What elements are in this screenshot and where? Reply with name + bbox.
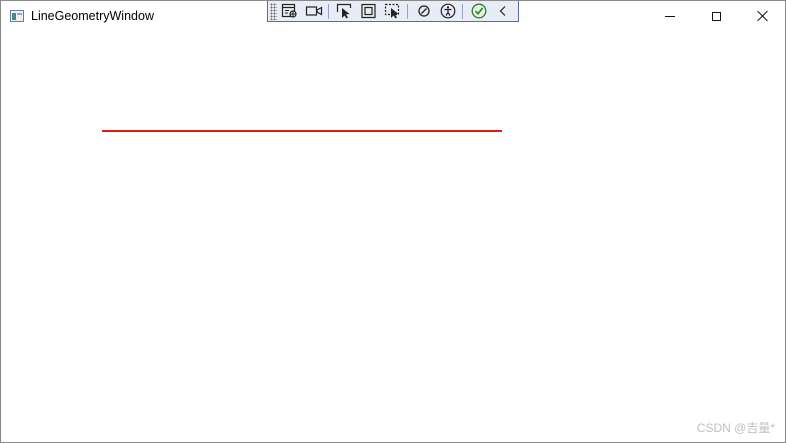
toolbar-grip-handle[interactable] — [270, 2, 277, 20]
debug-toolbar — [267, 1, 519, 22]
close-icon — [756, 10, 768, 22]
close-button[interactable] — [739, 1, 785, 31]
csdn-watermark: CSDN @吉量* — [696, 421, 775, 435]
minimize-button[interactable] — [647, 1, 693, 31]
track-focused-element-icon — [384, 3, 400, 19]
accessibility-icon — [440, 3, 456, 19]
no-issues-icon — [471, 3, 487, 19]
maximize-button[interactable] — [693, 1, 739, 31]
select-element-button[interactable] — [334, 2, 356, 21]
line-geometry-path — [102, 130, 502, 132]
binding-failures-icon — [418, 5, 430, 17]
track-focused-element-button[interactable] — [382, 2, 404, 21]
select-element-icon — [336, 3, 352, 19]
toolbar-separator — [328, 3, 329, 19]
accessibility-checker-button[interactable] — [437, 2, 459, 21]
window-content-canvas — [1, 31, 785, 442]
maximize-icon — [711, 11, 721, 21]
display-layout-adorners-button[interactable] — [358, 2, 380, 21]
record-button[interactable] — [303, 2, 325, 21]
live-visual-tree-button[interactable] — [279, 2, 301, 21]
display-layout-adorners-icon — [361, 3, 376, 19]
binding-failures-button[interactable] — [413, 2, 435, 21]
no-issues-button[interactable] — [468, 2, 490, 21]
line-geometry-window: LineGeometryWindow CSDN @吉量* — [0, 0, 786, 443]
collapse-toolbar-button[interactable] — [492, 2, 514, 21]
collapse-toolbar-icon — [499, 6, 506, 16]
app-icon — [10, 10, 24, 22]
go-to-live-visual-tree-icon — [281, 3, 297, 18]
record-icon — [305, 6, 323, 16]
toolbar-separator — [407, 3, 408, 19]
toolbar-separator — [462, 3, 463, 19]
window-title: LineGeometryWindow — [31, 9, 154, 23]
minimize-icon — [665, 15, 675, 17]
